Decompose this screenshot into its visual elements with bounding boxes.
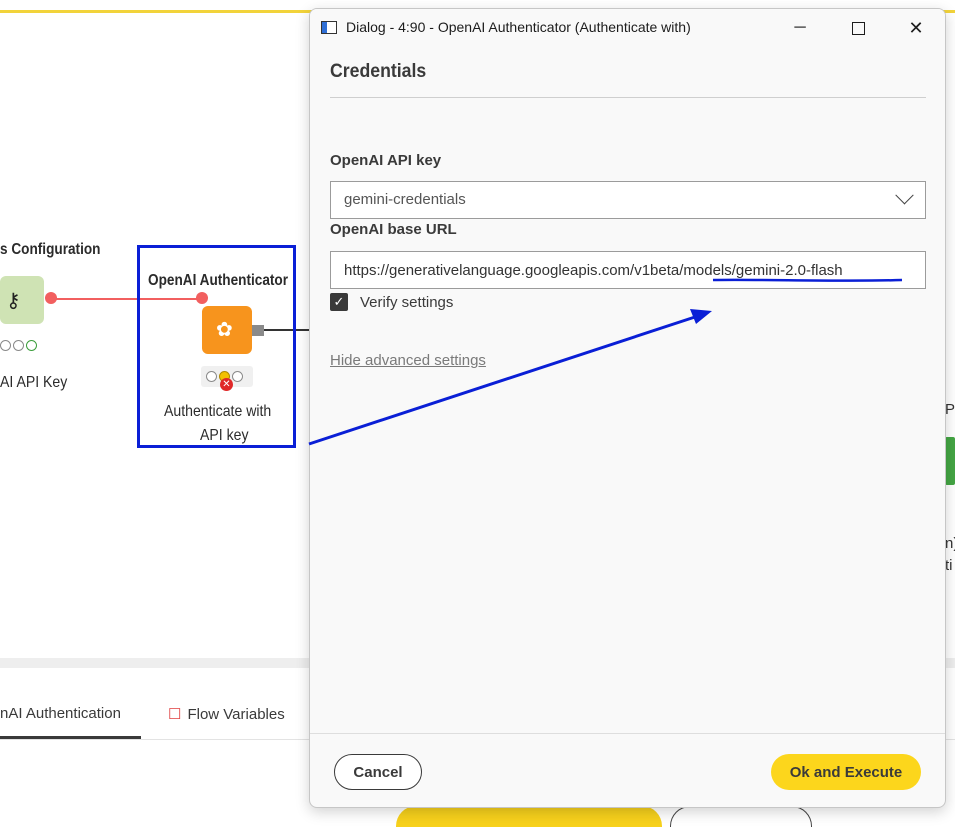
connection-port-out[interactable] [45,292,57,304]
heading-divider [330,97,926,98]
hide-advanced-settings-link[interactable]: Hide advanced settings [330,352,486,369]
selection-annotation-box [137,245,296,448]
verify-settings-label: Verify settings [360,294,454,311]
footer-divider [310,733,945,734]
base-url-label: OpenAI base URL [330,221,457,238]
window-icon [321,21,337,34]
ok-and-execute-button[interactable]: Ok and Execute [771,754,921,790]
dialog-title: Dialog - 4:90 - OpenAI Authenticator (Au… [346,19,691,35]
right-node-label-fragment-1: n) [945,535,955,552]
close-icon: ✕ [908,17,924,38]
left-node-label: AI API Key [0,374,68,391]
tab-openai-authentication[interactable]: nAI Authentication [0,705,121,722]
right-node-label-fragment-2: ti [945,557,953,574]
verify-settings-checkbox[interactable]: ✓ [330,293,348,311]
left-node-title: s Configuration [0,241,101,258]
credentials-config-node[interactable]: ⚷ [0,276,44,324]
close-button[interactable]: ✕ [896,15,936,41]
minimize-icon: ─ [794,19,806,36]
section-heading: Credentials [330,61,427,82]
cancel-button[interactable]: Cancel [334,754,422,790]
right-node-fragment[interactable] [945,437,955,485]
left-node-status [0,340,37,351]
key-node-icon: ⚷ [6,290,21,312]
flow-variable-icon: ☐ [168,706,182,723]
api-key-select[interactable]: gemini-credentials [330,181,926,219]
checkmark-icon: ✓ [333,294,345,309]
api-key-value: gemini-credentials [344,191,466,208]
base-url-input[interactable] [330,251,926,289]
api-key-label: OpenAI API key [330,152,442,169]
right-node-title-fragment: P [945,401,955,418]
maximize-button[interactable] [838,15,878,41]
tab-flow-variables-label: Flow Variables [187,706,285,723]
minimize-button[interactable]: ─ [780,15,820,41]
dialog-titlebar[interactable]: Dialog - 4:90 - OpenAI Authenticator (Au… [310,9,945,47]
chevron-down-icon [895,186,914,205]
maximize-icon [851,21,865,35]
node-dialog: Dialog - 4:90 - OpenAI Authenticator (Au… [309,8,946,808]
tab-flow-variables[interactable]: ☐ Flow Variables [168,705,285,723]
